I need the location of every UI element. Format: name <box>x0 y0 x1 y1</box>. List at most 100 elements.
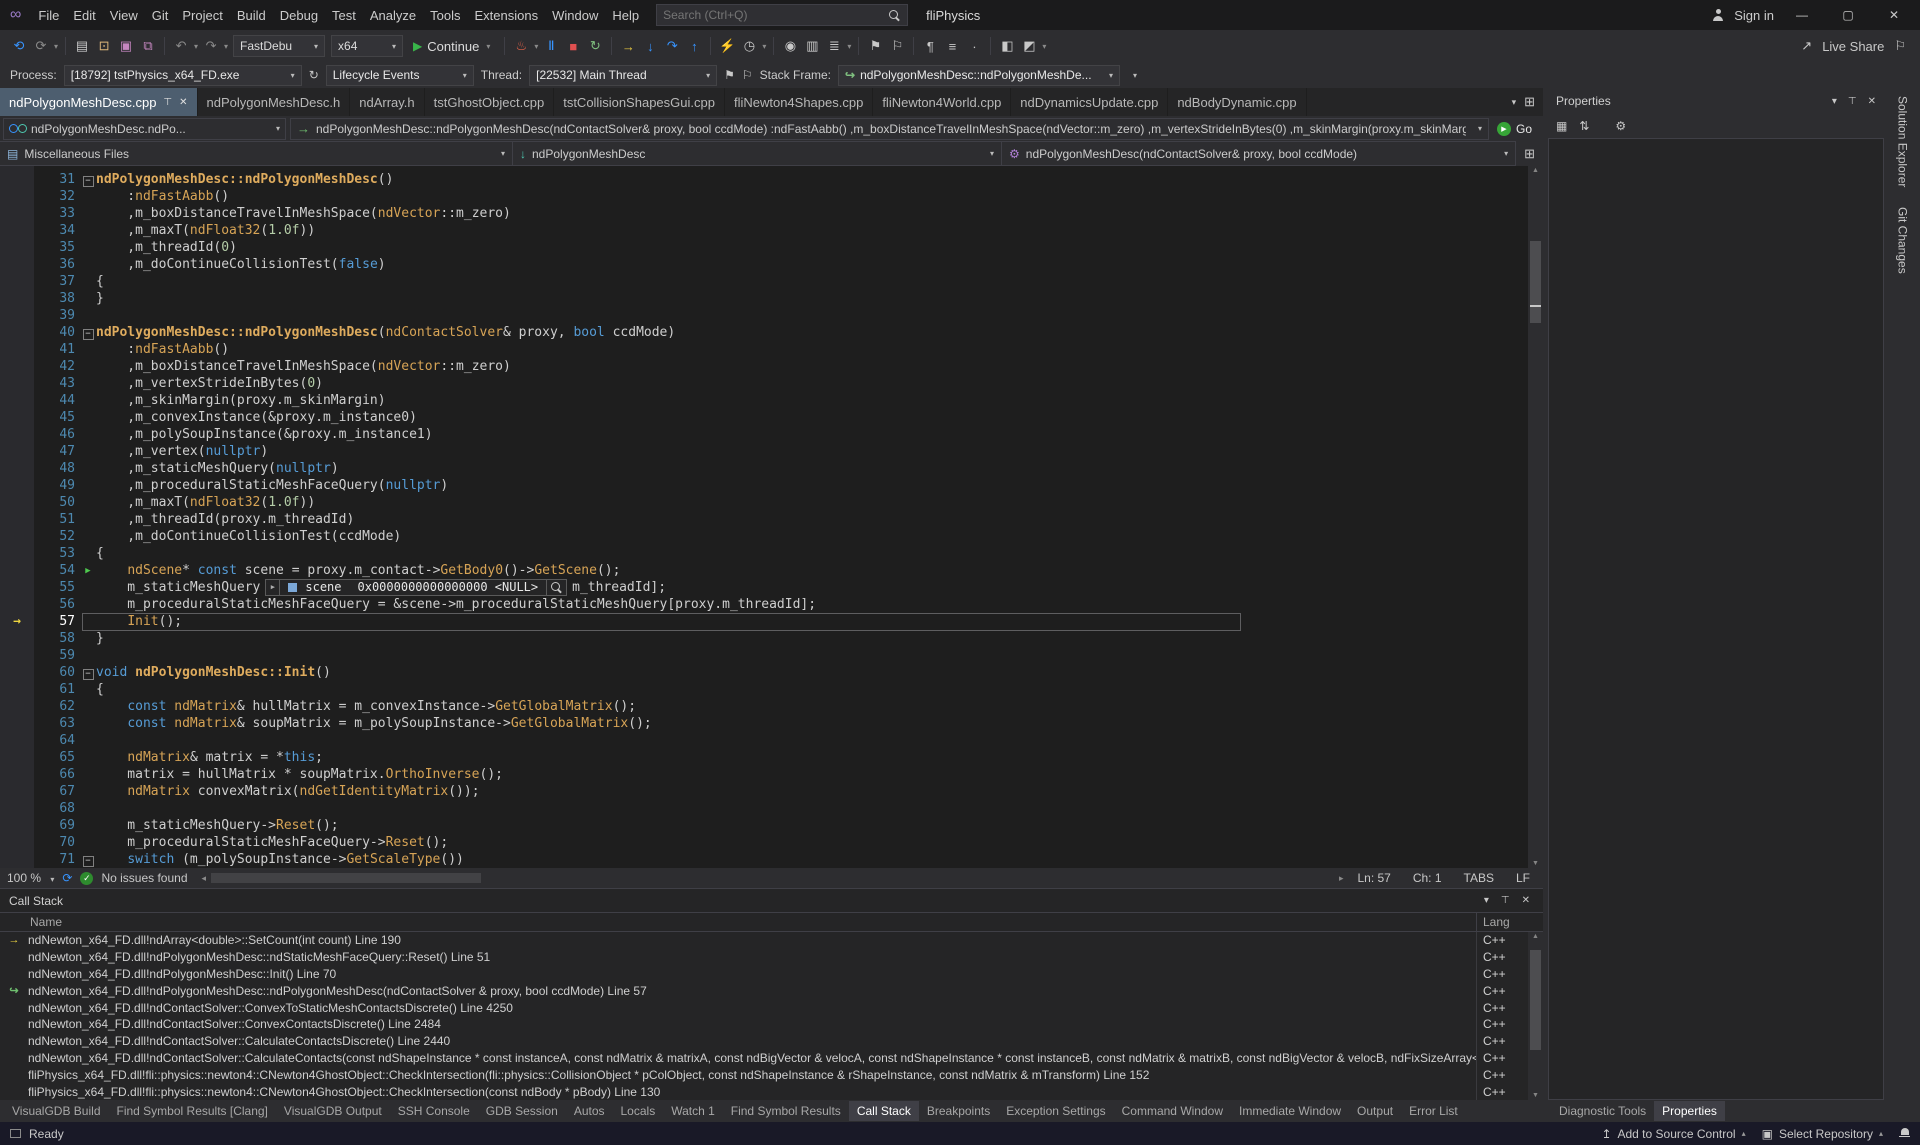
scroll-left-icon[interactable]: ◂ <box>202 873 207 884</box>
document-list-dropdown-icon[interactable]: ▾ <box>1512 97 1517 108</box>
fold-collapse-icon[interactable]: − <box>83 669 94 680</box>
tab-flinewton4shapes-cpp[interactable]: fliNewton4Shapes.cpp <box>725 88 873 116</box>
tab-tstcollisionshapesgui-cpp[interactable]: tstCollisionShapesGui.cpp <box>554 88 725 116</box>
tab-flinewton4world-cpp[interactable]: fliNewton4World.cpp <box>873 88 1011 116</box>
redo-icon[interactable]: ↷ <box>200 38 222 54</box>
scroll-up-icon[interactable]: ▲ <box>1528 167 1543 174</box>
tool-tab-visualgdb-output[interactable]: VisualGDB Output <box>276 1101 390 1121</box>
fold-margin[interactable]: − <box>80 324 96 341</box>
tool-tab-visualgdb-build[interactable]: VisualGDB Build <box>4 1101 109 1121</box>
pin-icon[interactable]: ⊤ <box>163 97 172 108</box>
scroll-right-icon[interactable]: ▸ <box>1339 873 1344 884</box>
call-stack-frame[interactable]: fliPhysics_x64_FD.dll!fli::physics::newt… <box>0 1066 1528 1083</box>
fold-margin[interactable]: − <box>80 664 96 681</box>
chevron-down-icon[interactable]: ▾ <box>1042 42 1046 51</box>
show-next-statement-icon[interactable]: → <box>617 39 639 54</box>
restart-icon[interactable]: ↻ <box>584 38 606 54</box>
menu-tools[interactable]: Tools <box>423 3 467 28</box>
line-numbers-icon[interactable]: ≡ <box>941 39 963 54</box>
add-to-source-control-button[interactable]: ↥ Add to Source Control ▴ <box>1601 1127 1745 1141</box>
toolbar-overflow-icon[interactable]: ▾ <box>1133 71 1137 80</box>
unflag-thread-icon[interactable]: ⚐ <box>742 68 753 82</box>
menu-build[interactable]: Build <box>230 3 273 28</box>
continue-button[interactable]: ▶Continue▾ <box>406 34 499 58</box>
notifications-bell-icon[interactable] <box>1899 1128 1910 1139</box>
call-stack-scrollbar[interactable]: ▲ ▼ <box>1528 932 1543 1100</box>
threads-window-icon[interactable]: ≣ <box>823 38 845 54</box>
breakpoints-window-icon[interactable]: ◉ <box>779 38 801 54</box>
eol-indicator[interactable]: LF <box>1516 871 1530 885</box>
sync-icon[interactable]: ⟳ <box>62 871 72 885</box>
tool-tab-command-window[interactable]: Command Window <box>1114 1101 1231 1121</box>
step-backward-icon[interactable]: ↻ <box>309 68 319 82</box>
close-icon[interactable]: ✕ <box>179 97 187 108</box>
chevron-down-icon[interactable]: ▾ <box>224 42 228 51</box>
tool-tab-gdb-session[interactable]: GDB Session <box>478 1101 566 1121</box>
hot-reload-icon[interactable]: ♨ <box>510 38 532 54</box>
property-pages-icon[interactable]: ⚙ <box>1615 119 1626 133</box>
sign-in-button[interactable]: Sign in <box>1734 8 1774 23</box>
lifecycle-events-dropdown[interactable]: Lifecycle Events▾ <box>326 65 474 86</box>
call-stack-frame[interactable]: ↪ndNewton_x64_FD.dll!ndPolygonMeshDesc::… <box>0 982 1528 999</box>
git-changes-tab[interactable]: Git Changes <box>1896 207 1910 274</box>
scrollbar-thumb[interactable] <box>1530 950 1541 1050</box>
chevron-down-icon[interactable]: ▾ <box>847 42 851 51</box>
thread-dropdown[interactable]: [22532] Main Thread▾ <box>529 65 717 86</box>
run-to-cursor-icon[interactable]: ▶ <box>85 566 90 576</box>
call-stack-frame[interactable]: ndNewton_x64_FD.dll!ndPolygonMeshDesc::I… <box>0 966 1528 983</box>
menu-git[interactable]: Git <box>145 3 176 28</box>
zoom-dropdown[interactable]: 100 % ▾ <box>7 871 54 885</box>
fold-margin[interactable]: − <box>80 851 96 868</box>
column-header-name[interactable]: Name <box>0 915 1476 929</box>
tab-options-icon[interactable]: ⊞ <box>1524 94 1535 110</box>
scroll-down-icon[interactable]: ▼ <box>1528 1092 1543 1099</box>
project-scope-dropdown[interactable]: ▤ Miscellaneous Files ▾ <box>0 141 513 166</box>
close-icon[interactable]: ✕ <box>1868 96 1876 107</box>
tool-tab-watch-1[interactable]: Watch 1 <box>663 1101 723 1121</box>
menu-debug[interactable]: Debug <box>273 3 325 28</box>
issues-label[interactable]: No issues found <box>101 871 187 885</box>
tool-tab-find-symbol-results-clang-[interactable]: Find Symbol Results [Clang] <box>109 1101 276 1121</box>
tool-tab-exception-settings[interactable]: Exception Settings <box>998 1101 1113 1121</box>
call-stack-frame[interactable]: ndNewton_x64_FD.dll!ndContactSolver::Con… <box>0 999 1528 1016</box>
call-stack-frame[interactable]: ndNewton_x64_FD.dll!ndContactSolver::Cal… <box>0 1050 1528 1067</box>
tool-tab-autos[interactable]: Autos <box>566 1101 613 1121</box>
pin-icon[interactable]: ⊤ <box>1848 96 1857 107</box>
column-header-lang[interactable]: Lang <box>1476 913 1528 931</box>
flag-thread-icon[interactable]: ⚑ <box>724 68 735 82</box>
menu-window[interactable]: Window <box>545 3 605 28</box>
process-dropdown[interactable]: [18792] tstPhysics_x64_FD.exe▾ <box>64 65 302 86</box>
stack-frame-dropdown[interactable]: ↪ndPolygonMeshDesc::ndPolygonMeshDe... ▾ <box>838 65 1120 86</box>
scroll-down-icon[interactable]: ▼ <box>1528 860 1543 867</box>
solution-configurations-dropdown[interactable]: FastDebu▾ <box>233 35 325 57</box>
maximize-button[interactable]: ▢ <box>1830 4 1866 26</box>
call-stack-frame[interactable]: ndNewton_x64_FD.dll!ndContactSolver::Con… <box>0 1016 1528 1033</box>
whitespace-icon[interactable]: ∙ <box>963 39 985 54</box>
background-tasks-icon[interactable] <box>10 1129 21 1138</box>
step-out-icon[interactable]: ↑ <box>683 39 705 54</box>
code-editor[interactable]: 3031−ndPolygonMeshDesc::ndPolygonMeshDes… <box>0 166 1543 868</box>
live-share-button[interactable]: Live Share <box>1822 39 1884 54</box>
call-stack-frame[interactable]: fliPhysics_x64_FD.dll!fli::physics::newt… <box>0 1083 1528 1100</box>
tool-tab-diagnostic-tools[interactable]: Diagnostic Tools <box>1551 1101 1654 1121</box>
flag-thread-icon[interactable]: ⚑ <box>864 38 886 54</box>
previous-bookmark-icon[interactable]: ◩ <box>1018 38 1040 54</box>
tool-tab-output[interactable]: Output <box>1349 1101 1401 1121</box>
chevron-down-icon[interactable]: ▾ <box>194 42 198 51</box>
navigate-forward-icon[interactable]: ⟳ <box>30 38 52 54</box>
tab-ndarray-h[interactable]: ndArray.h <box>350 88 424 116</box>
search-input[interactable] <box>663 8 888 22</box>
profiler-icon[interactable]: ◷ <box>738 38 760 54</box>
tool-tab-ssh-console[interactable]: SSH Console <box>390 1101 478 1121</box>
tab-nddynamicsupdate-cpp[interactable]: ndDynamicsUpdate.cpp <box>1011 88 1168 116</box>
tool-tab-breakpoints[interactable]: Breakpoints <box>919 1101 998 1121</box>
open-file-icon[interactable]: ⊡ <box>93 38 115 54</box>
menu-view[interactable]: View <box>103 3 145 28</box>
tab-ndbodydynamic-cpp[interactable]: ndBodyDynamic.cpp <box>1168 88 1306 116</box>
bookmark-icon[interactable]: ◧ <box>996 38 1018 54</box>
menu-help[interactable]: Help <box>605 3 646 28</box>
signature-dropdown[interactable]: → ndPolygonMeshDesc::ndPolygonMeshDesc(n… <box>290 118 1489 140</box>
menu-analyze[interactable]: Analyze <box>363 3 423 28</box>
tab-tstghostobject-cpp[interactable]: tstGhostObject.cpp <box>425 88 555 116</box>
pin-icon[interactable]: ⊤ <box>1501 895 1510 906</box>
